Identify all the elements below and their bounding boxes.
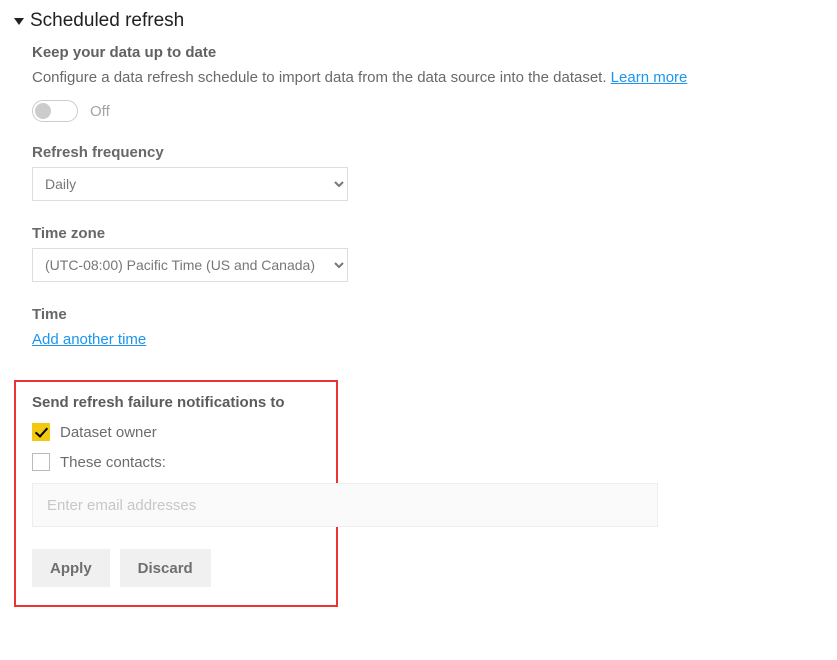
section-header[interactable]: Scheduled refresh (14, 10, 823, 32)
section-content: Keep your data up to date Configure a da… (14, 44, 823, 607)
these-contacts-label: These contacts: (60, 454, 166, 471)
dataset-owner-checkbox[interactable] (32, 423, 50, 441)
collapse-triangle-icon (14, 18, 24, 25)
toggle-knob-icon (35, 103, 51, 119)
keep-up-to-date-desc: Configure a data refresh schedule to imp… (32, 67, 823, 88)
discard-button[interactable]: Discard (120, 549, 211, 587)
these-contacts-row: These contacts: (32, 453, 320, 471)
timezone-label: Time zone (32, 225, 823, 242)
add-another-time-link[interactable]: Add another time (32, 331, 146, 348)
keep-up-to-date-heading: Keep your data up to date (32, 44, 823, 61)
timezone-wrap: (UTC-08:00) Pacific Time (US and Canada) (32, 248, 823, 282)
time-label: Time (32, 306, 823, 323)
these-contacts-checkbox[interactable] (32, 453, 50, 471)
refresh-frequency-label: Refresh frequency (32, 144, 823, 161)
refresh-frequency-select[interactable]: Daily (32, 167, 348, 201)
refresh-toggle[interactable] (32, 100, 78, 122)
timezone-select[interactable]: (UTC-08:00) Pacific Time (US and Canada) (32, 248, 348, 282)
button-row: Apply Discard (32, 549, 320, 587)
toggle-state-label: Off (90, 103, 110, 120)
dataset-owner-label: Dataset owner (60, 424, 157, 441)
learn-more-link[interactable]: Learn more (611, 69, 688, 86)
notifications-highlight-box: Send refresh failure notifications to Da… (14, 380, 338, 607)
refresh-frequency-wrap: Daily (32, 167, 823, 201)
apply-button[interactable]: Apply (32, 549, 110, 587)
notify-heading: Send refresh failure notifications to (32, 394, 320, 411)
email-input-wrap (32, 483, 320, 527)
desc-text: Configure a data refresh schedule to imp… (32, 69, 611, 86)
section-title: Scheduled refresh (30, 10, 184, 32)
toggle-row: Off (32, 100, 823, 122)
email-addresses-input[interactable] (32, 483, 658, 527)
dataset-owner-row: Dataset owner (32, 423, 320, 441)
